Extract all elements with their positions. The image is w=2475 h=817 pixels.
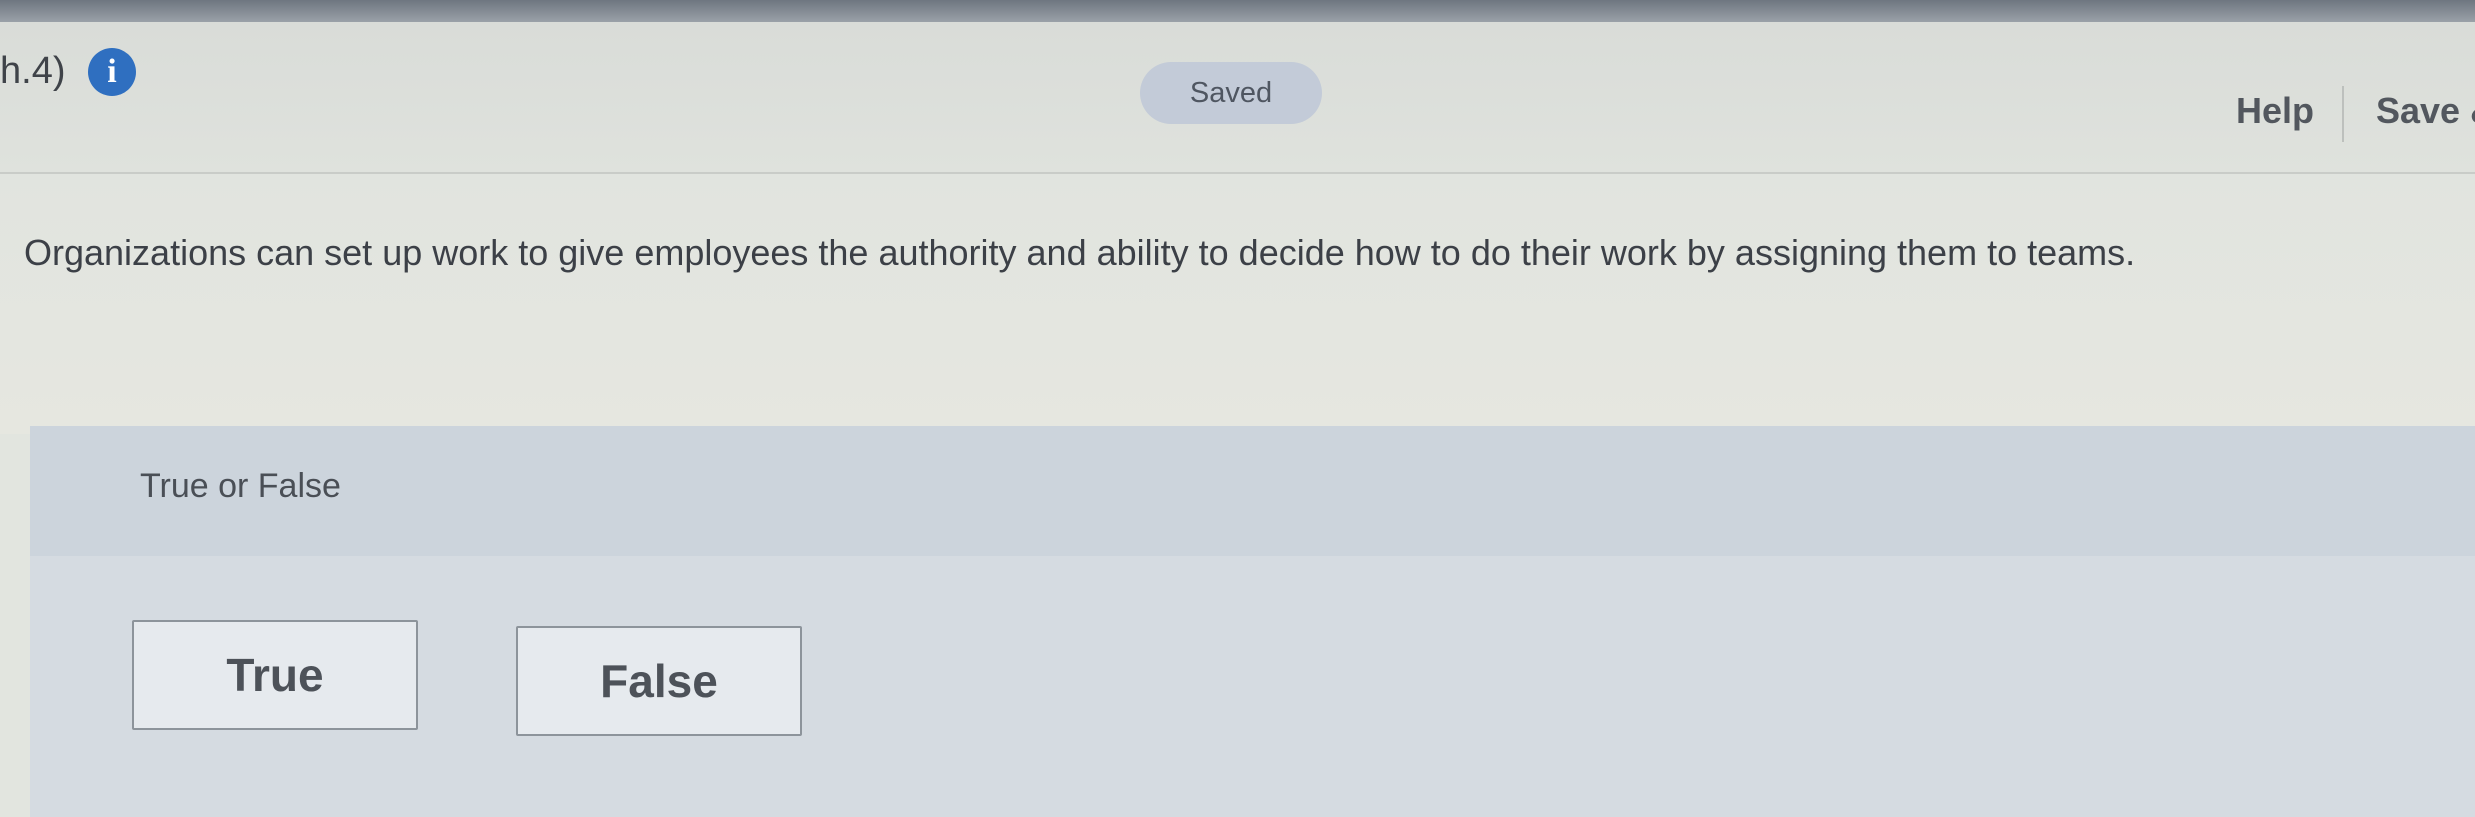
prompt-label: True or False	[140, 467, 341, 505]
prompt-band	[30, 426, 2475, 556]
save-exit-button[interactable]: Save &	[2376, 90, 2475, 132]
true-button[interactable]: True	[132, 620, 418, 730]
question-text: Organizations can set up work to give em…	[24, 232, 2136, 273]
help-button[interactable]: Help	[2236, 90, 2314, 132]
header-divider	[2342, 86, 2344, 142]
saved-status-badge: Saved	[1140, 62, 1322, 124]
window-top-strip	[0, 0, 2475, 22]
false-button[interactable]: False	[516, 626, 802, 736]
question-area	[0, 174, 2475, 434]
question-number: h.4)	[0, 50, 66, 92]
info-icon[interactable]: i	[88, 48, 136, 96]
